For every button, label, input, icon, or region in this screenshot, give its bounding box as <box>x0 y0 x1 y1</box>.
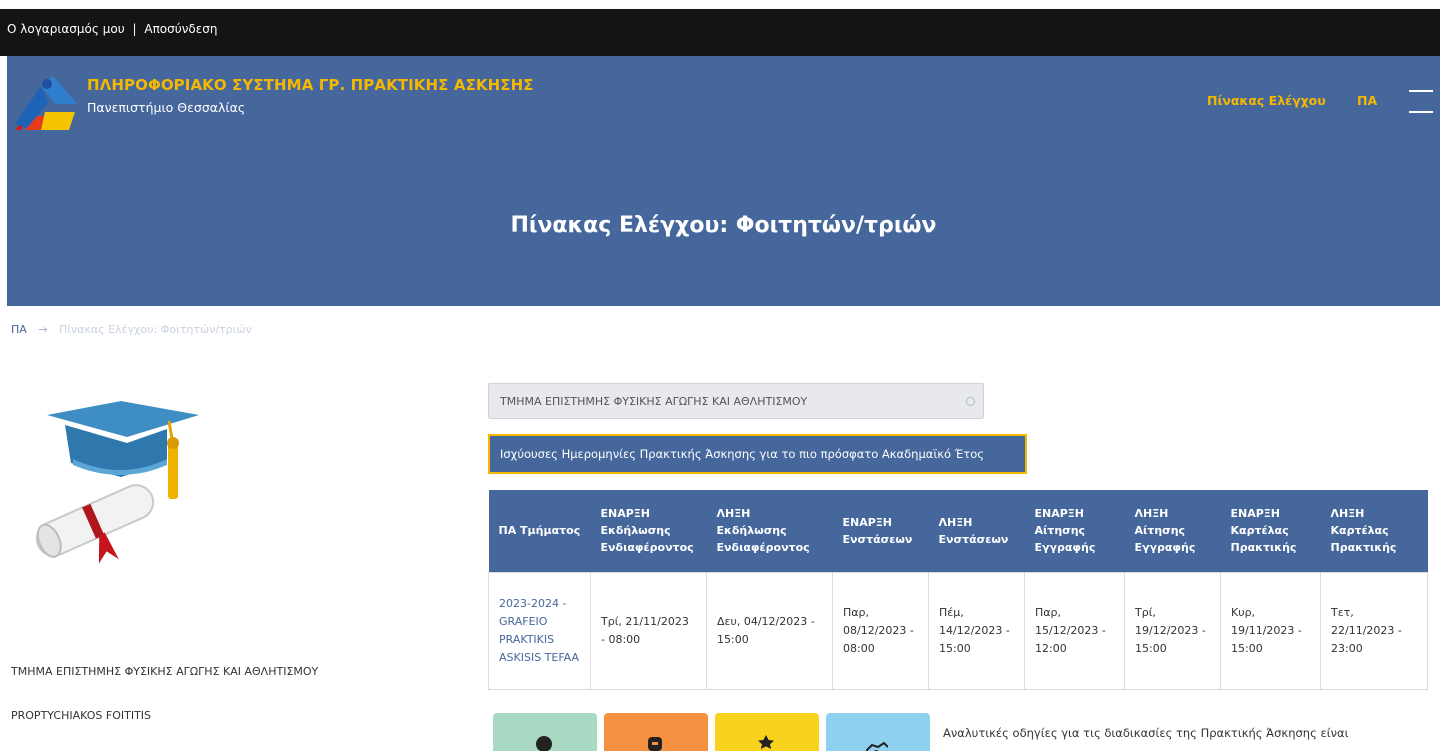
breadcrumb-home-link[interactable]: ΠΑ <box>11 323 27 336</box>
menu-icon-line-bottom <box>1409 111 1433 113</box>
agreement-tile[interactable] <box>826 713 930 751</box>
instructions-text: Αναλυτικές οδηγίες για τις διαδικασίες τ… <box>943 726 1349 740</box>
sidebar-role: PROPTYCHIAKOS FOITITIS <box>11 709 152 722</box>
top-bar: Ο λογαριασμός μου | Αποσύνδεση <box>0 0 1440 56</box>
breadcrumb-current: Πίνακας Ελέγχου: Φοιτητών/τριών <box>59 323 252 336</box>
account-links: Ο λογαριασμός μου | Αποσύνδεση <box>7 22 217 36</box>
profile-tile[interactable] <box>493 713 597 751</box>
table-header-cell: ΠΑ Τμήματος <box>488 490 591 572</box>
university-logo[interactable] <box>11 72 79 132</box>
table-header-cell: ΛΗΞΗ Εκδήλωσης Ενδιαφέροντος <box>706 490 833 572</box>
graduation-cap-diploma-image <box>35 401 199 564</box>
table-header-cell: ΛΗΞΗ Ενστάσεων <box>928 490 1025 572</box>
application-tile[interactable] <box>604 713 708 751</box>
brand-subtitle: Πανεπιστήμιο Θεσσαλίας <box>87 100 246 115</box>
account-links-separator: | <box>132 22 137 36</box>
table-header-cell: ΕΝΑΡΞΗ Εκδήλωσης Ενδιαφέροντος <box>590 490 707 572</box>
select-indicator-icon <box>966 397 975 406</box>
user-badge-icon <box>648 737 662 751</box>
table-cell: Παρ, 08/12/2023 - 08:00 <box>832 571 929 690</box>
star-icon <box>758 735 774 749</box>
user-icon <box>536 736 552 751</box>
site-header: ΠΛΗΡΟΦΟΡΙΑΚΟ ΣΥΣΤΗΜΑ ΓΡ. ΠΡΑΚΤΙΚΗΣ ΑΣΚΗΣ… <box>7 56 1440 306</box>
table-header-cell: ΕΝΑΡΞΗ Καρτέλας Πρακτικής <box>1220 490 1321 572</box>
table-cell: Τετ, 22/11/2023 - 23:00 <box>1320 571 1428 690</box>
internship-dates-table: ΠΑ Τμήματος ΕΝΑΡΞΗ Εκδήλωσης Ενδιαφέροντ… <box>488 490 1428 690</box>
table-cell: Δευ, 04/12/2023 - 15:00 <box>706 571 833 690</box>
handshake-icon <box>866 741 888 751</box>
table-header-cell: ΕΝΑΡΞΗ Ενστάσεων <box>832 490 929 572</box>
table-cell: Παρ, 15/12/2023 - 12:00 <box>1024 571 1125 690</box>
evaluation-tile[interactable] <box>715 713 819 751</box>
department-select[interactable]: ΤΜΗΜΑ ΕΠΙΣΤΗΜΗΣ ΦΥΣΙΚΗΣ ΑΓΩΓΗΣ ΚΑΙ ΑΘΛΗΤ… <box>488 383 984 419</box>
logout-link[interactable]: Αποσύνδεση <box>144 22 217 36</box>
menu-icon[interactable] <box>1407 84 1437 114</box>
table-header-cell: ΛΗΞΗ Καρτέλας Πρακτικής <box>1320 490 1428 572</box>
breadcrumb-arrow-icon: → <box>38 323 48 336</box>
department-office-link[interactable]: 2023-2024 - GRAFEIO PRAKTIKIS ASKISIS TE… <box>488 571 591 690</box>
nav-dashboard-link[interactable]: Πίνακας Ελέγχου <box>1207 93 1326 108</box>
department-select-value: ΤΜΗΜΑ ΕΠΙΣΤΗΜΗΣ ΦΥΣΙΚΗΣ ΑΓΩΓΗΣ ΚΑΙ ΑΘΛΗΤ… <box>500 395 808 408</box>
table-row: 2023-2024 - GRAFEIO PRAKTIKIS ASKISIS TE… <box>488 571 1428 690</box>
current-dates-banner: Ισχύουσες Ημερομηνίες Πρακτικής Άσκησης … <box>488 434 1027 474</box>
current-dates-banner-text: Ισχύουσες Ημερομηνίες Πρακτικής Άσκησης … <box>500 447 985 461</box>
table-cell: Πέμ, 14/12/2023 - 15:00 <box>928 571 1025 690</box>
menu-icon-line-top <box>1409 90 1433 92</box>
table-cell: Τρί, 19/12/2023 - 15:00 <box>1124 571 1221 690</box>
table-cell: Κυρ, 19/11/2023 - 15:00 <box>1220 571 1321 690</box>
page-title: Πίνακας Ελέγχου: Φοιτητών/τριών <box>510 213 937 238</box>
table-cell: Τρί, 21/11/2023 - 08:00 <box>590 571 707 690</box>
nav-pa-link[interactable]: ΠΑ <box>1357 93 1377 108</box>
sidebar-department: ΤΜΗΜΑ ΕΠΙΣΤΗΜΗΣ ΦΥΣΙΚΗΣ ΑΓΩΓΗΣ ΚΑΙ ΑΘΛΗΤ… <box>11 665 319 678</box>
breadcrumb: ΠΑ → Πίνακας Ελέγχου: Φοιτητών/τριών <box>11 323 252 336</box>
table-header-row: ΠΑ Τμήματος ΕΝΑΡΞΗ Εκδήλωσης Ενδιαφέροντ… <box>488 490 1428 572</box>
table-header-cell: ΛΗΞΗ Αίτησης Εγγραφής <box>1124 490 1221 572</box>
top-bar-strip: Ο λογαριασμός μου | Αποσύνδεση <box>0 9 1440 56</box>
table-header-cell: ΕΝΑΡΞΗ Αίτησης Εγγραφής <box>1024 490 1125 572</box>
my-account-link[interactable]: Ο λογαριασμός μου <box>7 22 125 36</box>
brand-title[interactable]: ΠΛΗΡΟΦΟΡΙΑΚΟ ΣΥΣΤΗΜΑ ΓΡ. ΠΡΑΚΤΙΚΗΣ ΑΣΚΗΣ… <box>87 76 534 94</box>
